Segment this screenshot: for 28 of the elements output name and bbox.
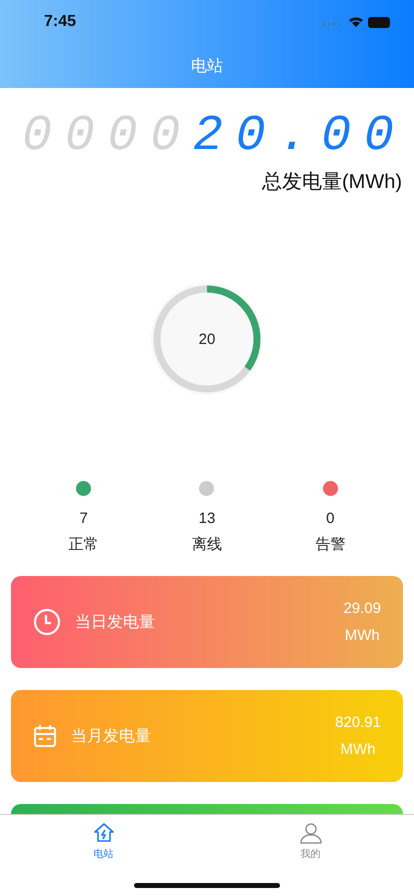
user-icon	[298, 821, 322, 845]
card-label: 当月发电量	[71, 726, 152, 746]
counter-digit: 2	[192, 110, 223, 164]
status-count: 0	[326, 510, 334, 527]
counter-label: 总发电量(MWh)	[262, 170, 402, 195]
status-count: 13	[198, 510, 216, 527]
wifi-icon	[349, 18, 363, 27]
status-time: 7:45	[44, 13, 76, 31]
tab-item[interactable]: 电站	[0, 815, 207, 865]
status-label: 离线	[192, 535, 222, 554]
counter-digit: 0	[236, 110, 266, 164]
card-label: 当日发电量	[75, 612, 156, 632]
status-count: 7	[79, 510, 88, 527]
card-unit: MWh	[340, 741, 376, 758]
house-bolt-icon	[92, 821, 116, 845]
nav-title: 电站	[191, 56, 223, 76]
status-label: 告警	[315, 535, 346, 554]
counter-digit: .	[278, 110, 308, 164]
counter-digit: 0	[364, 110, 394, 164]
calendar-icon	[33, 724, 57, 748]
status-label: 正常	[68, 535, 99, 554]
card-value: 820.91	[335, 714, 381, 731]
tab-item[interactable]: 我的	[207, 815, 414, 865]
counter-digit: 0	[321, 110, 352, 164]
card-unit: MWh	[344, 627, 380, 644]
battery-icon	[368, 17, 390, 28]
clock-icon	[33, 608, 61, 636]
card-value: 29.09	[343, 600, 381, 617]
